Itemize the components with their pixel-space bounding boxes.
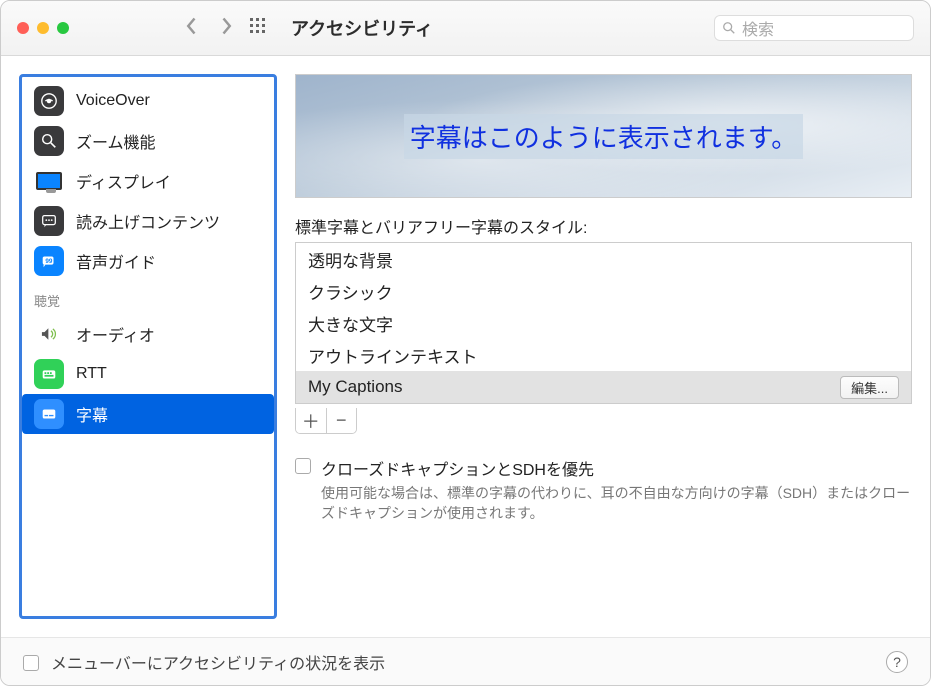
hearing-section-label: 聴覚 bbox=[22, 281, 274, 314]
prefer-cc-row: クローズドキャプションとSDHを優先 使用可能な場合は、標準の字幕の代わりに、耳… bbox=[295, 456, 912, 523]
rtt-icon bbox=[34, 359, 64, 389]
main-panel: 字幕はこのように表示されます。 標準字幕とバリアフリー字幕のスタイル: 透明な背… bbox=[295, 74, 912, 619]
audio-icon bbox=[34, 319, 64, 349]
style-row[interactable]: 大きな文字 bbox=[296, 307, 911, 339]
preview-text: 字幕はこのように表示されます。 bbox=[404, 114, 803, 159]
menubar-status-label: メニューバーにアクセシビリティの状況を表示 bbox=[51, 650, 385, 674]
back-button[interactable] bbox=[185, 16, 199, 41]
maximize-button[interactable] bbox=[57, 22, 69, 34]
nav-buttons bbox=[185, 16, 233, 41]
prefer-cc-label: クローズドキャプションとSDHを優先 bbox=[321, 456, 912, 480]
prefer-cc-description: 使用可能な場合は、標準の字幕の代わりに、耳の不自由な方向けの字幕（SDH）または… bbox=[321, 484, 912, 523]
window-title: アクセシビリティ bbox=[291, 15, 433, 41]
sidebar-item-zoom[interactable]: ズーム機能 bbox=[22, 121, 274, 161]
sidebar-label: ディスプレイ bbox=[76, 169, 171, 193]
sidebar-label: ズーム機能 bbox=[76, 129, 156, 153]
caption-preview: 字幕はこのように表示されます。 bbox=[295, 74, 912, 198]
add-style-button[interactable]: ＋ bbox=[296, 408, 327, 433]
spoken-content-icon bbox=[34, 206, 64, 236]
preferences-window: アクセシビリティ 検索 VoiceOver ズーム機能 ディスプレイ 読み上げコ… bbox=[0, 0, 931, 686]
sidebar-item-audio-descriptions[interactable]: 99 音声ガイド bbox=[22, 241, 274, 281]
remove-style-button[interactable]: − bbox=[327, 408, 357, 433]
titlebar: アクセシビリティ 検索 bbox=[1, 1, 930, 56]
zoom-icon bbox=[34, 126, 64, 156]
sidebar-label: 音声ガイド bbox=[76, 249, 156, 273]
search-placeholder: 検索 bbox=[742, 16, 774, 40]
sidebar-item-audio[interactable]: オーディオ bbox=[22, 314, 274, 354]
sidebar-item-voiceover[interactable]: VoiceOver bbox=[22, 81, 274, 121]
search-icon bbox=[722, 21, 736, 35]
footer: メニューバーにアクセシビリティの状況を表示 ? bbox=[1, 637, 930, 685]
style-list: 透明な背景 クラシック 大きな文字 アウトラインテキスト My Captions… bbox=[295, 242, 912, 404]
edit-style-button[interactable]: 編集... bbox=[840, 376, 899, 399]
sidebar-item-rtt[interactable]: RTT bbox=[22, 354, 274, 394]
add-remove-buttons: ＋ − bbox=[295, 408, 357, 434]
sidebar-label: 字幕 bbox=[76, 402, 108, 426]
sidebar-item-spoken-content[interactable]: 読み上げコンテンツ bbox=[22, 201, 274, 241]
prefer-cc-checkbox[interactable] bbox=[295, 458, 311, 474]
close-button[interactable] bbox=[17, 22, 29, 34]
styles-label: 標準字幕とバリアフリー字幕のスタイル: bbox=[295, 214, 912, 238]
display-icon bbox=[34, 166, 64, 196]
forward-button[interactable] bbox=[219, 16, 233, 41]
sidebar-label: RTT bbox=[76, 365, 107, 383]
sidebar-item-captions[interactable]: 字幕 bbox=[22, 394, 274, 434]
sidebar-label: VoiceOver bbox=[76, 92, 150, 110]
show-all-button[interactable] bbox=[249, 17, 267, 40]
voiceover-icon bbox=[34, 86, 64, 116]
sidebar-label: 読み上げコンテンツ bbox=[76, 209, 220, 233]
sidebar-item-display[interactable]: ディスプレイ bbox=[22, 161, 274, 201]
body: VoiceOver ズーム機能 ディスプレイ 読み上げコンテンツ 99 音声ガイ… bbox=[1, 56, 930, 637]
style-row[interactable]: クラシック bbox=[296, 275, 911, 307]
minimize-button[interactable] bbox=[37, 22, 49, 34]
search-input[interactable]: 検索 bbox=[714, 15, 914, 41]
descriptions-icon: 99 bbox=[34, 246, 64, 276]
menubar-status-checkbox[interactable] bbox=[23, 655, 39, 671]
sidebar: VoiceOver ズーム機能 ディスプレイ 読み上げコンテンツ 99 音声ガイ… bbox=[19, 74, 277, 619]
window-controls bbox=[17, 22, 69, 34]
style-row[interactable]: アウトラインテキスト bbox=[296, 339, 911, 371]
sidebar-label: オーディオ bbox=[76, 322, 155, 346]
help-button[interactable]: ? bbox=[886, 651, 908, 673]
style-row[interactable]: 透明な背景 bbox=[296, 243, 911, 275]
captions-icon bbox=[34, 399, 64, 429]
svg-text:99: 99 bbox=[45, 258, 53, 265]
style-row-selected[interactable]: My Captions 編集... bbox=[296, 371, 911, 403]
